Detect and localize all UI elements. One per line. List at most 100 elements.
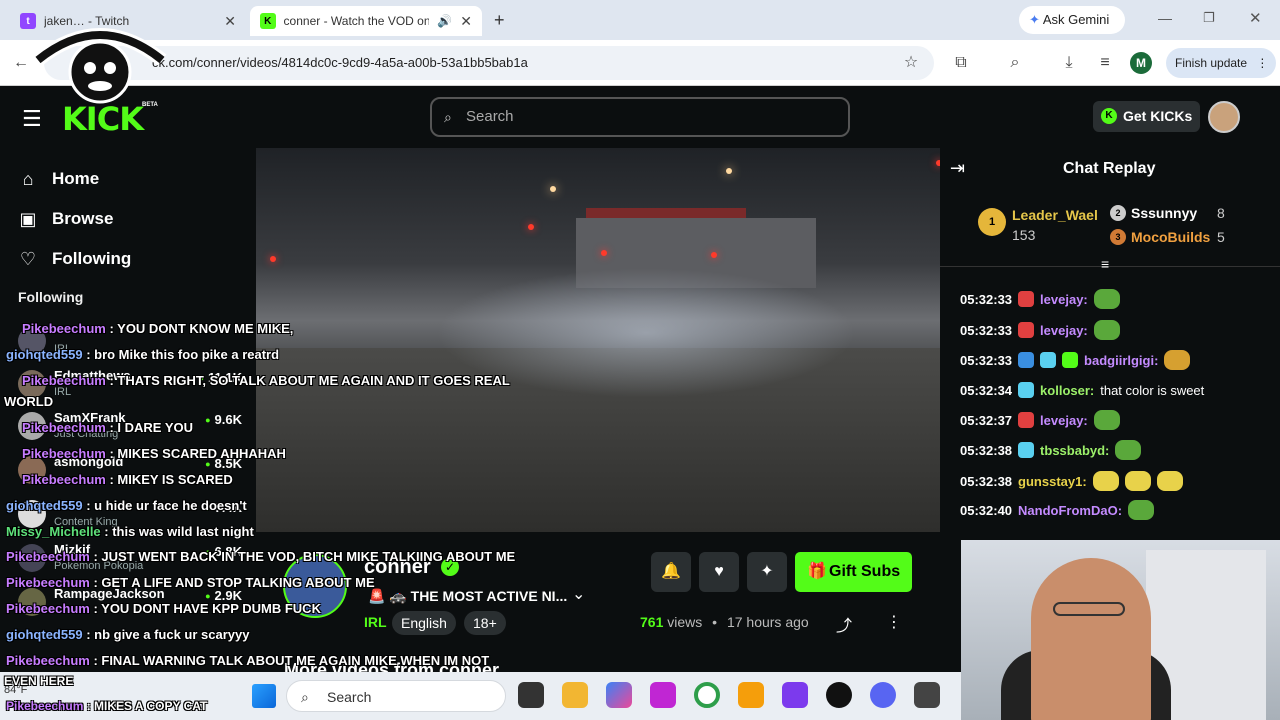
chat-username[interactable]: gunsstay1: <box>1018 474 1087 489</box>
gemini-icon: ✦ <box>1029 12 1040 27</box>
overlay-username: Missy_Michelle <box>6 524 101 539</box>
following-heading: Following <box>18 289 84 305</box>
app-icon[interactable] <box>914 682 940 708</box>
leaderboard-name[interactable]: Leader_Wael <box>1012 207 1098 223</box>
pepe-emote-icon <box>1093 320 1120 340</box>
chat-message: 05:32:38 tbssbabyd: <box>960 439 1142 461</box>
chat-username[interactable]: badgiirlgigi: <box>1084 353 1158 368</box>
leaderboard-name[interactable]: Sssunnyy <box>1131 205 1197 221</box>
media-control-icon[interactable]: ≡ <box>1094 52 1116 74</box>
chat-message: 05:32:34 kolloser: that color is sweet <box>960 379 1204 401</box>
nav-following[interactable]: ♡ Following <box>18 245 131 273</box>
close-window-icon[interactable]: ✕ <box>1249 9 1262 27</box>
ask-gemini-button[interactable]: ✦ Ask Gemini <box>1019 6 1125 34</box>
view-stats: 761 views • 17 hours ago <box>640 614 809 630</box>
close-tab-icon[interactable]: ✕ <box>224 13 236 30</box>
overlay-username: Pikebeechum <box>6 653 90 668</box>
overlay-chat-line: Pikebeechum : JUST WENT BACK IN THE VOD,… <box>6 549 515 564</box>
tag-age[interactable]: 18+ <box>464 611 506 635</box>
chat-username[interactable]: levejay: <box>1040 292 1088 307</box>
user-avatar[interactable] <box>1208 101 1240 133</box>
ask-gemini-label: Ask Gemini <box>1042 12 1110 27</box>
overlay-text: : MIKEY IS SCARED <box>105 472 233 487</box>
file-explorer-icon[interactable] <box>562 682 588 708</box>
task-view-icon[interactable] <box>518 682 544 708</box>
bookmark-star-icon[interactable]: ☆ <box>900 52 922 74</box>
chrome-icon[interactable] <box>694 682 720 708</box>
overlay-text: WORLD <box>4 394 54 409</box>
more-vert-icon: ⋮ <box>1256 56 1269 70</box>
collapse-chat-icon[interactable]: ⇥ <box>950 158 965 179</box>
overlay-chat-line: Missy_Michelle : this was wild last nigh… <box>6 524 254 539</box>
video-player[interactable] <box>256 148 940 532</box>
share-icon[interactable]: ⤴ <box>836 612 852 636</box>
view-count: 761 <box>640 614 664 630</box>
close-tab-icon[interactable]: ✕ <box>460 13 472 30</box>
chat-username[interactable]: levejay: <box>1040 323 1088 338</box>
chat-text: that color is sweet <box>1100 382 1205 398</box>
chat-message: 05:32:38 gunsstay1: <box>960 470 1183 492</box>
tab-kick-vod[interactable]: K conner - Watch the VOD on 🔊 ✕ <box>250 6 482 36</box>
video-age: 17 hours ago <box>726 614 809 630</box>
chat-username[interactable]: NandoFromDaO: <box>1018 503 1122 518</box>
discord-icon[interactable] <box>870 682 896 708</box>
chevron-down-icon[interactable]: ⌄ <box>572 584 585 604</box>
get-kicks-button[interactable]: K Get KICKs <box>1093 101 1200 132</box>
url-field[interactable]: ck.com/conner/videos/4814dc0c-9cd9-4a5a-… <box>44 46 934 80</box>
minimize-icon[interactable]: — <box>1158 10 1172 26</box>
chat-username[interactable]: kolloser: <box>1040 383 1094 398</box>
expand-leaderboard-icon[interactable]: ≡ <box>1101 256 1109 272</box>
taskbar-search-input[interactable]: ⌕ Search <box>286 680 506 712</box>
speaker-icon[interactable]: 🔊 <box>437 14 452 28</box>
obs-icon[interactable] <box>826 682 852 708</box>
copilot-icon[interactable] <box>606 682 632 708</box>
address-bar-row: ← ck.com/conner/videos/4814dc0c-9cd9-4a5… <box>0 40 1280 86</box>
notification-bell-button[interactable]: 🔔 <box>651 552 691 592</box>
windows-start-icon[interactable] <box>252 684 276 708</box>
nav-browse[interactable]: ▣ Browse <box>18 205 113 233</box>
download-icon[interactable]: ⤓ <box>1058 52 1080 74</box>
chat-message: 05:32:37 levejay: <box>960 409 1120 431</box>
overlay-username: Pikebeechum <box>22 373 106 388</box>
chat-timestamp: 05:32:38 <box>960 442 1013 458</box>
heart-icon: ♥ <box>714 563 724 580</box>
get-kicks-label: Get KICKs <box>1123 108 1193 124</box>
chat-message: 05:32:33 badgiirlgigi: <box>960 349 1191 371</box>
restore-icon[interactable]: ❐ <box>1203 10 1215 26</box>
overlay-text: : FINAL WARNING TALK ABOUT ME AGAIN MIKE… <box>89 653 490 668</box>
chat-username[interactable]: tbssbabyd: <box>1040 443 1109 458</box>
pepe-emote-icon <box>1093 289 1120 309</box>
search-icon: ⌕ <box>444 109 452 125</box>
browse-icon: ▣ <box>19 208 37 229</box>
finish-update-button[interactable]: Finish update ⋮ <box>1166 48 1276 78</box>
more-options-icon[interactable]: ⋮ <box>886 612 902 632</box>
app-icon[interactable] <box>650 682 676 708</box>
back-arrow-icon[interactable]: ← <box>10 52 32 74</box>
pepe-emote-icon <box>1128 500 1155 520</box>
app-icon[interactable] <box>782 682 808 708</box>
webcam-person-glasses <box>1053 602 1125 616</box>
emote-icon <box>1164 350 1191 370</box>
overlay-chat-line: Pikebeechum : THATS RIGHT, SO TALK ABOUT… <box>22 373 510 388</box>
app-icon[interactable] <box>738 682 764 708</box>
subscriber-badge-icon <box>1018 291 1035 307</box>
gift-subs-button[interactable]: 🎁 Gift Subs <box>795 552 912 592</box>
gift-icon: 🎁 <box>807 563 827 580</box>
tag-language[interactable]: English <box>392 611 456 635</box>
extensions-icon[interactable]: ⧉ <box>950 52 972 74</box>
pepe-emote-icon <box>1093 410 1120 430</box>
leaderboard-name[interactable]: MocoBuilds <box>1131 229 1210 245</box>
tab-search-icon[interactable]: ⌕ <box>1004 52 1026 74</box>
follow-heart-button[interactable]: ♥ <box>699 552 739 592</box>
browser-profile-avatar[interactable]: M <box>1130 52 1152 74</box>
chat-username[interactable]: levejay: <box>1040 413 1088 428</box>
sparkle-button[interactable]: ✦ <box>747 552 787 592</box>
overlay-text: : bro Mike this foo pike a reatrd <box>82 347 280 362</box>
rank-1-badge-icon: 1 <box>978 208 1006 236</box>
category-link[interactable]: IRL <box>364 614 387 630</box>
overlay-chat-line: EVEN HERE <box>4 674 73 688</box>
overlay-chat-line: Pikebeechum : I DARE YOU <box>22 420 193 435</box>
search-input[interactable]: ⌕ Search <box>430 97 850 137</box>
nav-home[interactable]: ⌂ Home <box>18 165 100 193</box>
new-tab-button[interactable]: + <box>494 10 505 31</box>
